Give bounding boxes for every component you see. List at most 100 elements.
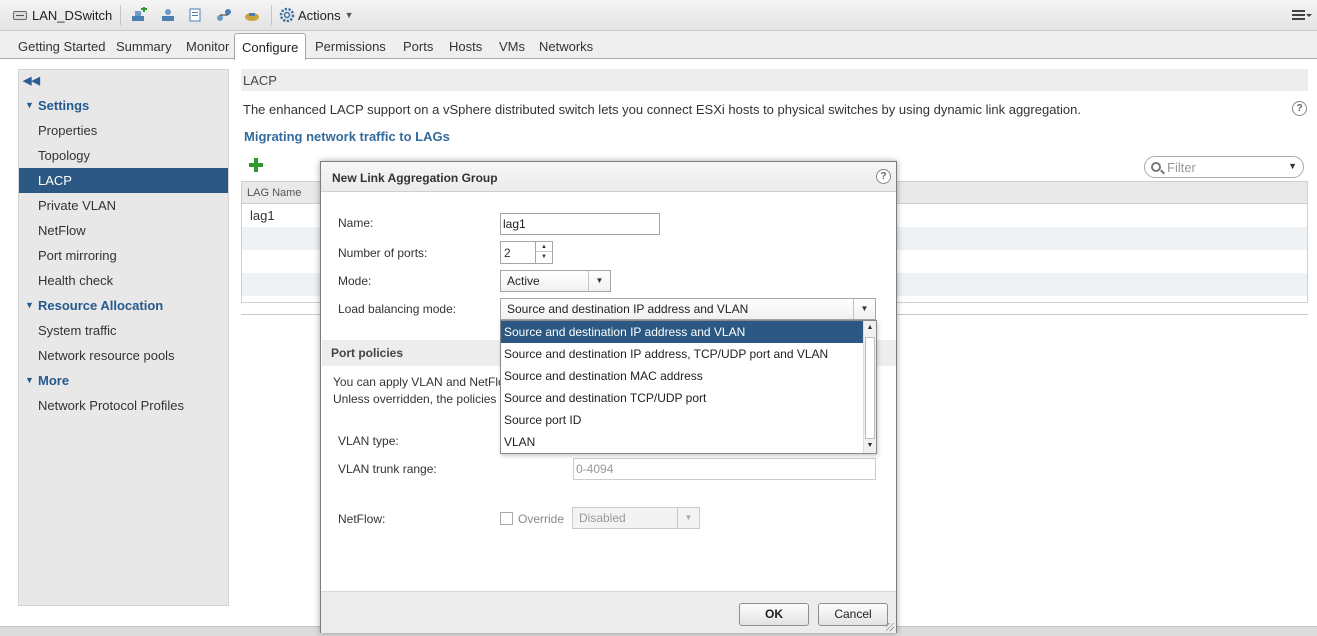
- option-mac[interactable]: Source and destination MAC address: [501, 365, 863, 387]
- stepper-down-icon[interactable]: ▼: [536, 252, 552, 262]
- toolbar-divider: [120, 5, 121, 25]
- expand-triangle-icon: ▼: [25, 300, 34, 310]
- settings-sidebar: ◀◀ ▼ Settings Properties Topology LACP P…: [18, 69, 229, 606]
- sidebar-item-network-resource-pools[interactable]: Network resource pools: [19, 343, 228, 368]
- sidebar-group-label: More: [38, 373, 70, 388]
- vlan-type-label: VLAN type:: [338, 434, 399, 448]
- name-label: Name:: [338, 216, 374, 230]
- option-vlan[interactable]: VLAN: [501, 431, 863, 453]
- object-title: LAN_DSwitch: [13, 8, 112, 23]
- toolbar-divider: [271, 5, 272, 25]
- sidebar-group-label: Resource Allocation: [38, 298, 164, 313]
- dialog-footer: OK Cancel: [321, 591, 896, 633]
- dialog-help-icon[interactable]: ?: [876, 169, 891, 184]
- top-toolbar: LAN_DSwitch Actions ▼: [0, 0, 1317, 31]
- add-lag-button[interactable]: [248, 157, 264, 173]
- add-host-icon[interactable]: [130, 6, 148, 23]
- distributed-switch-icon: [13, 11, 27, 20]
- manage-hosts-icon[interactable]: [159, 7, 177, 23]
- option-ip-port-vlan[interactable]: Source and destination IP address, TCP/U…: [501, 343, 863, 365]
- sidebar-group-resource-allocation[interactable]: ▼ Resource Allocation: [19, 293, 228, 318]
- sidebar-item-health-check[interactable]: Health check: [19, 268, 228, 293]
- mode-label: Mode:: [338, 274, 372, 288]
- filter-placeholder: Filter: [1167, 160, 1196, 175]
- load-balancing-value: Source and destination IP address and VL…: [507, 302, 749, 316]
- hamburger-menu-icon[interactable]: [1291, 7, 1313, 23]
- stepper-up-icon[interactable]: ▲: [536, 242, 552, 252]
- plus-icon: [249, 158, 263, 172]
- new-portgroup-icon[interactable]: [187, 7, 205, 23]
- mode-value: Active: [507, 274, 540, 288]
- option-tcp-udp-port[interactable]: Source and destination TCP/UDP port: [501, 387, 863, 409]
- dropdown-scrollbar[interactable]: ▲ ▼: [863, 321, 876, 453]
- ok-button[interactable]: OK: [739, 603, 809, 626]
- dialog-title: New Link Aggregation Group: [321, 162, 896, 192]
- netflow-select: Disabled ▼: [572, 507, 700, 529]
- stepper-buttons: ▲ ▼: [535, 242, 552, 263]
- sidebar-item-properties[interactable]: Properties: [19, 118, 228, 143]
- actions-label: Actions: [298, 7, 341, 23]
- tab-networks[interactable]: Networks: [539, 39, 593, 54]
- sidebar-item-netflow[interactable]: NetFlow: [19, 218, 228, 243]
- search-icon: [1151, 162, 1161, 172]
- mode-select[interactable]: Active ▼: [500, 270, 611, 292]
- gear-icon: [279, 7, 295, 23]
- scrollbar-thumb[interactable]: [865, 337, 875, 439]
- netflow-value: Disabled: [579, 511, 626, 525]
- tab-permissions[interactable]: Permissions: [315, 39, 386, 54]
- sidebar-item-port-mirroring[interactable]: Port mirroring: [19, 243, 228, 268]
- tab-getting-started[interactable]: Getting Started: [18, 39, 105, 54]
- page-title: LACP: [241, 69, 1308, 91]
- port-policies-heading: Port policies: [322, 340, 502, 366]
- resize-grip-icon[interactable]: [886, 623, 894, 631]
- vlan-trunk-label: VLAN trunk range:: [338, 462, 437, 476]
- tab-summary[interactable]: Summary: [116, 39, 172, 54]
- cancel-button[interactable]: Cancel: [818, 603, 888, 626]
- sidebar-item-system-traffic[interactable]: System traffic: [19, 318, 228, 343]
- collapse-sidebar-icon[interactable]: ◀◀: [23, 74, 40, 87]
- option-source-port-id[interactable]: Source port ID: [501, 409, 863, 431]
- page-description: The enhanced LACP support on a vSphere d…: [243, 102, 1082, 117]
- scroll-up-icon[interactable]: ▲: [864, 321, 876, 335]
- name-input[interactable]: lag1: [500, 213, 660, 235]
- migrating-traffic-link[interactable]: Migrating network traffic to LAGs: [244, 129, 450, 144]
- tab-monitor[interactable]: Monitor: [186, 39, 229, 54]
- migrate-network-icon[interactable]: [215, 7, 233, 23]
- tab-ports[interactable]: Ports: [403, 39, 433, 54]
- chevron-down-icon: ▼: [853, 299, 875, 319]
- sidebar-item-private-vlan[interactable]: Private VLAN: [19, 193, 228, 218]
- load-balancing-options: Source and destination IP address and VL…: [500, 320, 877, 454]
- export-config-icon[interactable]: [244, 7, 262, 23]
- chevron-down-icon: ▼: [344, 10, 354, 20]
- ports-value: 2: [504, 246, 511, 260]
- chevron-down-icon: ▼: [588, 271, 610, 291]
- tab-bar: Getting Started Summary Monitor Configur…: [0, 31, 1317, 60]
- sidebar-item-topology[interactable]: Topology: [19, 143, 228, 168]
- override-checkbox[interactable]: [500, 512, 513, 525]
- load-balancing-label: Load balancing mode:: [338, 302, 457, 316]
- sidebar-group-label: Settings: [38, 98, 90, 113]
- actions-menu[interactable]: Actions ▼: [279, 7, 354, 23]
- sidebar-group-settings[interactable]: ▼ Settings: [19, 93, 228, 118]
- policies-text-line: Unless overridden, the policies: [333, 392, 497, 406]
- sidebar-group-more[interactable]: ▼ More: [19, 368, 228, 393]
- ports-label: Number of ports:: [338, 246, 428, 260]
- sidebar-item-lacp[interactable]: LACP: [19, 168, 228, 193]
- sidebar-item-network-protocol-profiles[interactable]: Network Protocol Profiles: [19, 393, 228, 418]
- tab-configure[interactable]: Configure: [234, 33, 307, 60]
- vlan-trunk-input[interactable]: 0-4094: [573, 458, 876, 480]
- object-name: LAN_DSwitch: [32, 8, 113, 23]
- expand-triangle-icon: ▼: [25, 100, 34, 110]
- override-label: Override: [518, 512, 565, 526]
- scroll-down-icon[interactable]: ▼: [864, 439, 876, 453]
- help-icon[interactable]: ?: [1292, 101, 1307, 116]
- chevron-down-icon[interactable]: ▼: [1288, 161, 1297, 171]
- tab-vms[interactable]: VMs: [499, 39, 525, 54]
- ports-stepper[interactable]: 2 ▲ ▼: [500, 241, 553, 264]
- option-ip-vlan[interactable]: Source and destination IP address and VL…: [501, 321, 863, 343]
- load-balancing-select[interactable]: Source and destination IP address and VL…: [500, 298, 876, 320]
- filter-input[interactable]: Filter ▼: [1144, 156, 1304, 178]
- expand-triangle-icon: ▼: [25, 375, 34, 385]
- tab-hosts[interactable]: Hosts: [449, 39, 482, 54]
- chevron-down-icon: ▼: [677, 508, 699, 528]
